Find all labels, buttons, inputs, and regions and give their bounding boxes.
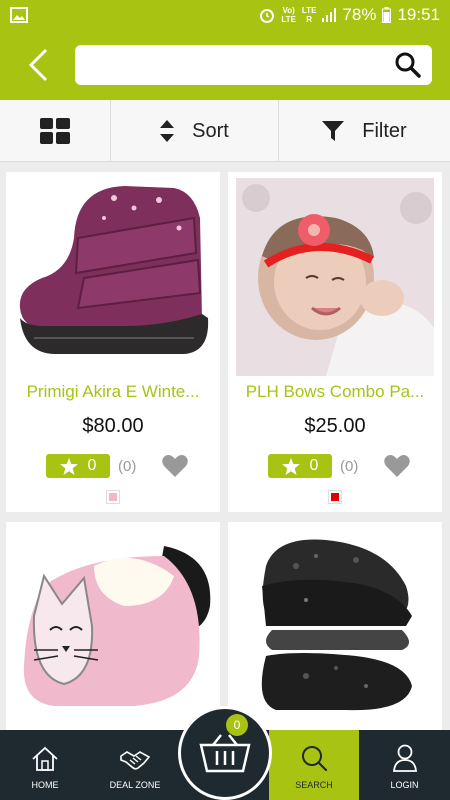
user-icon bbox=[392, 744, 417, 772]
sort-icon bbox=[160, 120, 175, 142]
search-icon bbox=[302, 746, 328, 772]
sort-button[interactable]: Sort bbox=[110, 100, 278, 162]
product-card[interactable]: Primigi Akira E Winte... $80.00 0 (0) bbox=[6, 172, 220, 512]
signal-icon bbox=[322, 8, 337, 22]
status-bar: Vo) LTE LTE R 78% 19:51 bbox=[0, 0, 450, 30]
alarm-icon bbox=[260, 9, 275, 23]
gallery-notification-icon bbox=[10, 7, 28, 23]
nav-deal-zone-label: DEAL ZONE bbox=[109, 780, 161, 790]
nav-login[interactable]: LOGIN bbox=[359, 730, 450, 800]
product-image[interactable] bbox=[236, 526, 434, 724]
rating-value: 0 bbox=[309, 457, 319, 474]
search-box bbox=[75, 45, 432, 85]
basket-icon bbox=[199, 734, 251, 773]
search-button[interactable] bbox=[394, 51, 422, 79]
product-price: $80.00 bbox=[82, 415, 144, 437]
list-toolbar: Sort Filter bbox=[0, 100, 450, 162]
rating-badge[interactable]: 0 bbox=[268, 454, 332, 478]
back-button[interactable] bbox=[18, 45, 58, 85]
swatch-fill bbox=[109, 493, 117, 501]
filter-label: Filter bbox=[362, 119, 407, 142]
nav-deal-zone[interactable]: DEAL ZONE bbox=[90, 730, 180, 800]
nav-home[interactable]: HOME bbox=[0, 730, 90, 800]
purple-baby-boot-image bbox=[14, 178, 212, 376]
black-fur-boot-image bbox=[236, 526, 434, 724]
grid-icon bbox=[40, 118, 70, 144]
review-count: (0) bbox=[340, 458, 359, 475]
lte-indicator: LTE R bbox=[301, 6, 317, 24]
product-image[interactable] bbox=[236, 178, 434, 376]
product-card[interactable] bbox=[6, 522, 220, 742]
rating-value: 0 bbox=[87, 457, 97, 474]
baby-with-red-headband-image bbox=[236, 178, 434, 376]
heart-icon bbox=[162, 455, 188, 477]
chevron-left-icon bbox=[28, 48, 48, 82]
sort-label: Sort bbox=[192, 119, 229, 142]
color-swatch[interactable] bbox=[106, 490, 120, 504]
product-price: $25.00 bbox=[304, 415, 366, 437]
product-image[interactable] bbox=[14, 526, 212, 724]
wishlist-button[interactable] bbox=[162, 454, 188, 478]
grid-view-toggle[interactable] bbox=[0, 100, 110, 162]
clock: 19:51 bbox=[397, 5, 440, 24]
swatch-fill bbox=[331, 493, 339, 501]
product-name[interactable]: Primigi Akira E Winte... bbox=[6, 382, 220, 402]
filter-button[interactable]: Filter bbox=[278, 100, 450, 162]
wishlist-button[interactable] bbox=[384, 454, 410, 478]
product-image[interactable] bbox=[14, 178, 212, 376]
rating-badge[interactable]: 0 bbox=[46, 454, 110, 478]
review-count: (0) bbox=[118, 458, 137, 475]
pink-cat-slipper-image bbox=[14, 526, 212, 724]
handshake-icon bbox=[120, 751, 150, 770]
star-icon bbox=[59, 457, 78, 475]
search-input[interactable] bbox=[85, 45, 375, 85]
battery-percent: 78% bbox=[342, 5, 377, 24]
battery-icon bbox=[382, 7, 392, 23]
heart-icon bbox=[384, 455, 410, 477]
nav-search-label: SEARCH bbox=[295, 780, 333, 790]
home-icon bbox=[32, 746, 58, 771]
nav-home-label: HOME bbox=[31, 780, 59, 790]
search-icon bbox=[395, 52, 421, 78]
volte-indicator: Vo) LTE bbox=[281, 6, 296, 24]
color-swatch[interactable] bbox=[328, 490, 342, 504]
filter-icon bbox=[322, 121, 345, 141]
product-card[interactable]: PLH Bows Combo Pa... $25.00 0 (0) bbox=[228, 172, 442, 512]
nav-search[interactable]: SEARCH bbox=[269, 730, 359, 800]
star-icon bbox=[281, 457, 300, 475]
nav-login-label: LOGIN bbox=[390, 780, 419, 790]
product-name[interactable]: PLH Bows Combo Pa... bbox=[228, 382, 442, 402]
app-header bbox=[0, 30, 450, 100]
cart-count-badge: 0 bbox=[226, 714, 248, 736]
cart-button[interactable] bbox=[178, 706, 272, 800]
product-card[interactable] bbox=[228, 522, 442, 742]
